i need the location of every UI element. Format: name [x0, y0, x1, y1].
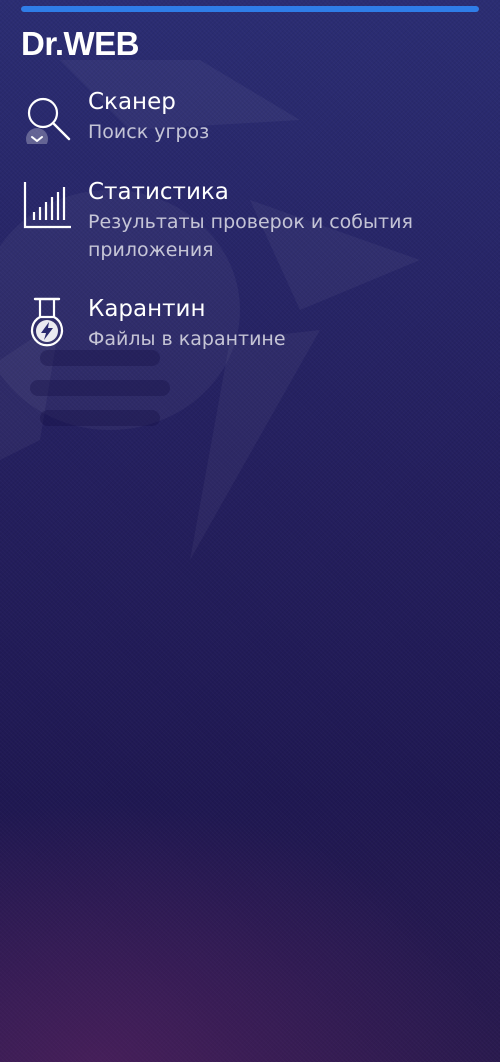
menu-item-subtitle: Поиск угроз: [88, 121, 210, 143]
flask-icon: [22, 297, 72, 347]
menu-item-subtitle: Результаты проверок и события приложения: [88, 211, 413, 261]
menu-item-title: Сканер: [88, 89, 176, 115]
menu-item-title: Статистика: [88, 179, 229, 205]
main-menu: Сканер Поиск угроз Статистика Результаты…: [0, 86, 500, 373]
background-glow: [0, 802, 500, 1062]
menu-item-quarantine[interactable]: Карантин Файлы в карантине: [0, 293, 500, 373]
menu-item-subtitle: Файлы в карантине: [88, 328, 286, 350]
progress-bar: [21, 6, 479, 12]
bar-chart-icon: [22, 180, 72, 230]
progress-bar-fill: [21, 6, 479, 12]
menu-item-scanner[interactable]: Сканер Поиск угроз: [0, 86, 500, 176]
drweb-logo: Dr.WEB: [21, 25, 140, 62]
menu-item-title: Карантин: [88, 296, 206, 322]
menu-item-statistics[interactable]: Статистика Результаты проверок и события…: [0, 176, 500, 293]
magnifier-icon: [22, 94, 72, 150]
